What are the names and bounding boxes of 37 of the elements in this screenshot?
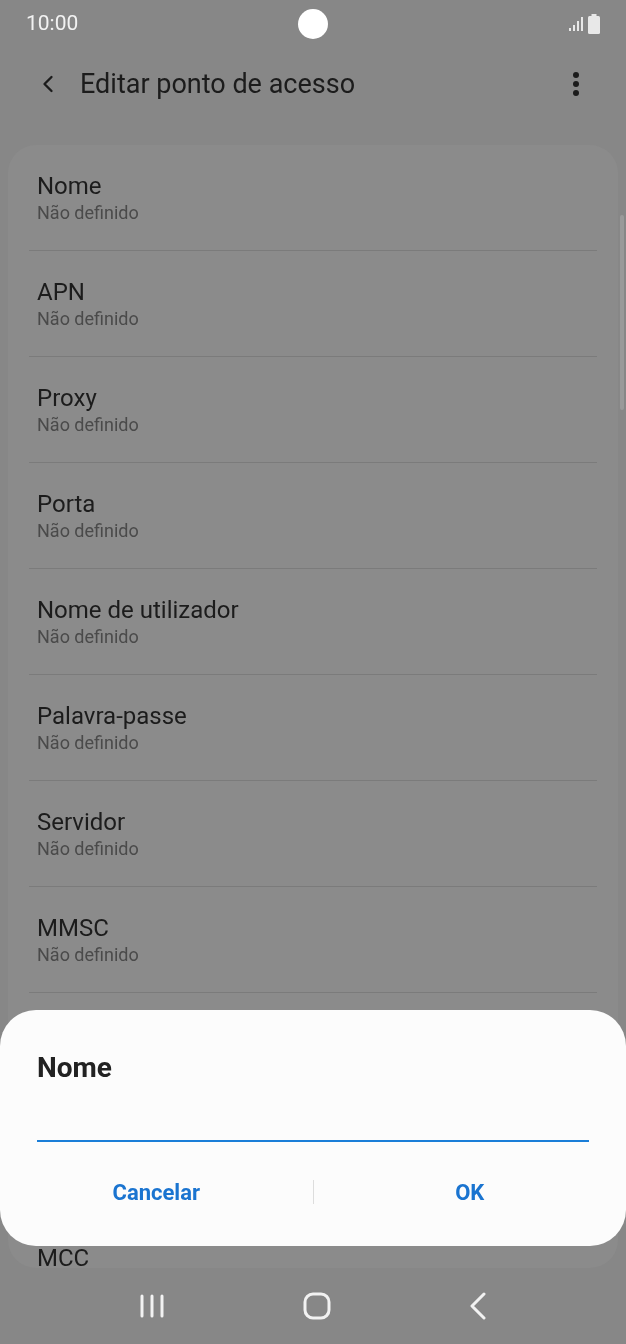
more-options-icon xyxy=(573,72,579,96)
setting-title: Servidor xyxy=(37,806,127,837)
setting-item[interactable]: MMSC Não definido xyxy=(29,887,597,993)
status-time: 10:00 xyxy=(26,10,79,38)
setting-title: MCC xyxy=(37,1243,91,1268)
setting-value: Não definido xyxy=(37,730,140,755)
recent-apps-icon[interactable] xyxy=(139,1293,165,1319)
dialog-button[interactable]: Cancelar xyxy=(0,1164,313,1220)
camera-cutout xyxy=(298,9,328,39)
signal-icon xyxy=(568,16,584,32)
setting-title: APN xyxy=(37,276,86,307)
setting-title: Palavra-passe xyxy=(37,700,188,731)
setting-item[interactable]: APN Não definido xyxy=(29,251,597,357)
setting-title: Porta xyxy=(37,488,97,519)
setting-item[interactable]: Porta Não definido xyxy=(29,463,597,569)
setting-value: Não definido xyxy=(37,942,140,967)
setting-item[interactable]: Servidor Não definido xyxy=(29,781,597,887)
setting-value: Não definido xyxy=(37,412,140,437)
setting-title: Nome xyxy=(37,170,103,201)
setting-value: Não definido xyxy=(37,200,140,225)
setting-item[interactable]: Nome Não definido xyxy=(29,145,597,251)
setting-title: Nome de utilizador xyxy=(37,594,240,625)
back-icon[interactable] xyxy=(469,1292,487,1320)
setting-value: Não definido xyxy=(37,306,140,331)
page-title: Editar ponto de acesso xyxy=(80,66,356,102)
setting-value: Não definido xyxy=(37,518,140,543)
dialog-button[interactable]: OK xyxy=(313,1164,626,1220)
home-icon[interactable] xyxy=(303,1292,331,1320)
battery-icon xyxy=(588,14,600,34)
setting-value: Não definido xyxy=(37,836,140,861)
setting-title: Proxy xyxy=(37,382,98,413)
setting-item[interactable]: Proxy Não definido xyxy=(29,357,597,463)
setting-item[interactable]: Palavra-passe Não definido xyxy=(29,675,597,781)
setting-title: MMSC xyxy=(37,912,110,943)
dialog-title: Nome xyxy=(37,1050,113,1086)
setting-item[interactable]: Nome de utilizador Não definido xyxy=(29,569,597,675)
setting-value: Não definido xyxy=(37,624,140,649)
